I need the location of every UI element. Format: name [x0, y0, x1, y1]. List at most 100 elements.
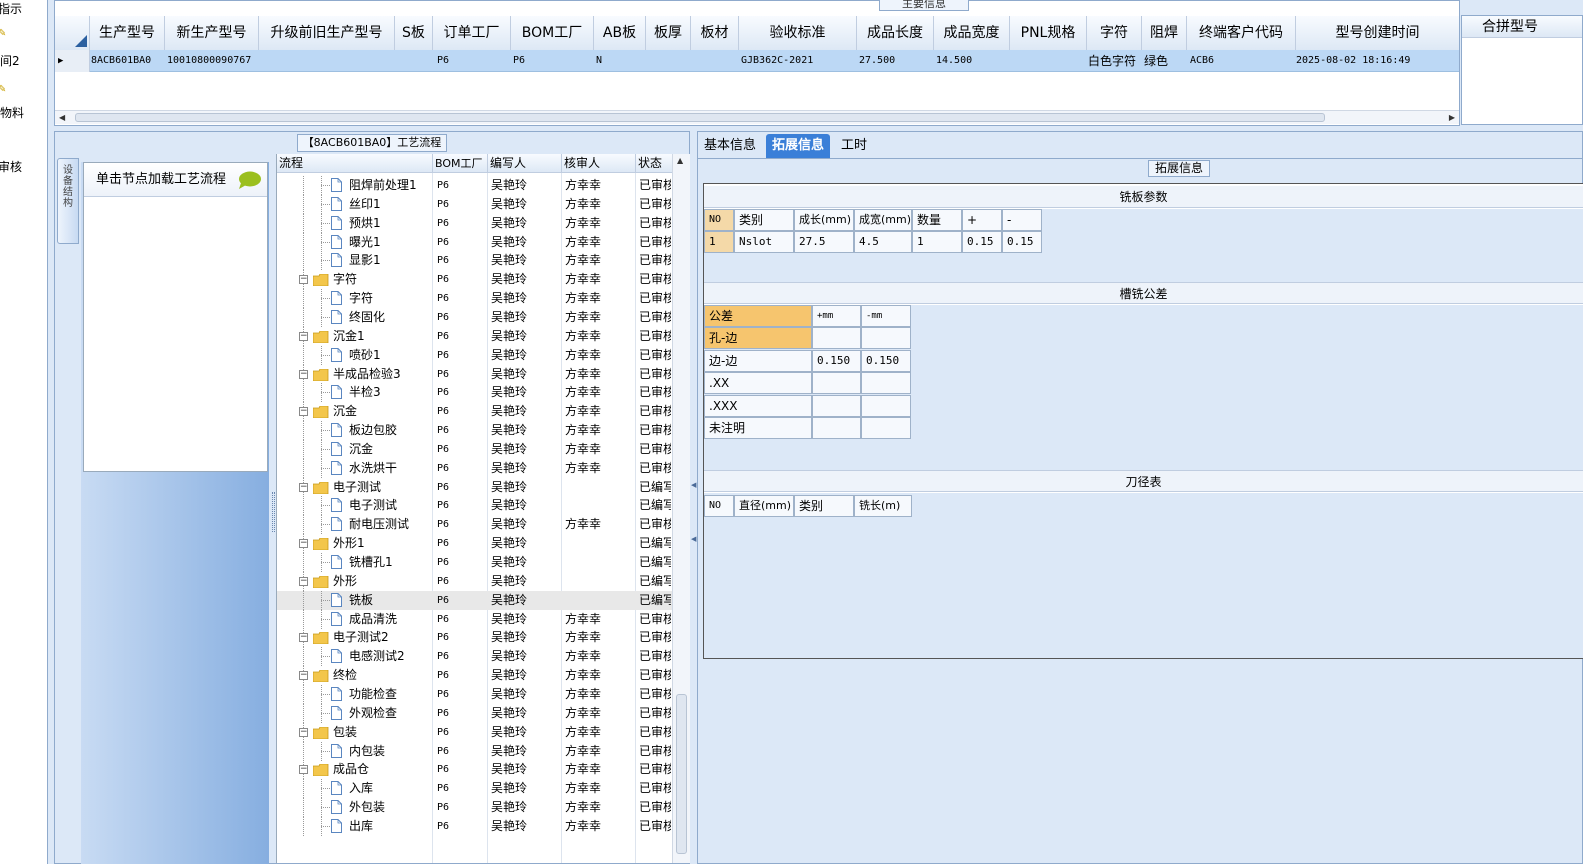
board-cell-width[interactable]: 4.5: [854, 231, 912, 253]
tree-row[interactable]: − 半成品检验3 P6 吴艳玲 方幸幸 已审核: [277, 365, 672, 384]
board-cell-length[interactable]: 27.5: [794, 231, 854, 253]
tree-row[interactable]: 阻焊前处理1 P6 吴艳玲 方幸幸 已审核: [277, 176, 672, 195]
nav-item-room2[interactable]: 间2: [0, 52, 20, 69]
tolerance-row-plus[interactable]: [812, 327, 861, 349]
collapse-toggle-icon[interactable]: −: [299, 671, 308, 680]
tree-row[interactable]: 成品清洗 P6 吴艳玲 方幸幸 已审核: [277, 610, 672, 629]
tolerance-row-minus[interactable]: [861, 395, 911, 417]
tree-row[interactable]: 终固化 P6 吴艳玲 方幸幸 已审核: [277, 308, 672, 327]
col-header-created[interactable]: 型号创建时间: [1296, 16, 1459, 50]
col-header-old-model[interactable]: 升级前旧生产型号: [259, 16, 395, 50]
board-cell-minus[interactable]: 0.15: [1002, 231, 1042, 253]
col-header-length[interactable]: 成品长度: [857, 16, 934, 50]
collapse-toggle-icon[interactable]: −: [299, 633, 308, 642]
col-header-bom-factory[interactable]: BOM工厂: [511, 16, 594, 50]
tree-row[interactable]: 功能检查 P6 吴艳玲 方幸幸 已审核: [277, 685, 672, 704]
combine-model-header[interactable]: 合拼型号: [1462, 16, 1582, 38]
col-header-model[interactable]: 生产型号: [90, 16, 165, 50]
tree-row[interactable]: 显影1 P6 吴艳玲 方幸幸 已审核: [277, 251, 672, 270]
tree-row[interactable]: − 字符 P6 吴艳玲 方幸幸 已审核: [277, 270, 672, 289]
collapse-left-icon[interactable]: ◀: [691, 481, 696, 489]
col-header-standard[interactable]: 验收标准: [739, 16, 857, 50]
col-header-new-model[interactable]: 新生产型号: [165, 16, 259, 50]
col-header-customer[interactable]: 终端客户代码: [1187, 16, 1296, 50]
tree-row[interactable]: − 包装 P6 吴艳玲 方幸幸 已审核: [277, 723, 672, 742]
collapse-toggle-icon[interactable]: −: [299, 539, 308, 548]
tolerance-row-plus[interactable]: [812, 417, 861, 439]
load-hint-header[interactable]: 单击节点加载工艺流程: [84, 163, 267, 197]
tree-row[interactable]: − 成品仓 P6 吴艳玲 方幸幸 已审核: [277, 760, 672, 779]
tree-header-writer[interactable]: 编写人: [488, 154, 562, 173]
board-cell-qty[interactable]: 1: [912, 231, 962, 253]
tree-row[interactable]: 喷砂1 P6 吴艳玲 方幸幸 已审核: [277, 346, 672, 365]
col-header-char[interactable]: 字符: [1087, 16, 1142, 50]
tree-row[interactable]: 半检3 P6 吴艳玲 方幸幸 已审核: [277, 383, 672, 402]
scroll-thumb[interactable]: [75, 113, 1325, 122]
tree-row[interactable]: 外观检查 P6 吴艳玲 方幸幸 已审核: [277, 704, 672, 723]
collapse-left-icon-2[interactable]: ◀: [691, 535, 696, 543]
tree-row[interactable]: − 外形 P6 吴艳玲 已编写: [277, 572, 672, 591]
splitter-grip-icon[interactable]: [272, 492, 275, 532]
tree-header-reviewer[interactable]: 核审人: [562, 154, 636, 173]
tolerance-row-minus[interactable]: [861, 417, 911, 439]
main-horizontal-scrollbar[interactable]: ◀ ▶: [55, 110, 1459, 124]
nav-item-material[interactable]: 物料: [0, 104, 24, 121]
tolerance-row-plus[interactable]: 0.150: [812, 350, 861, 372]
tree-row[interactable]: 铣板 P6 吴艳玲 已编写: [277, 591, 672, 610]
tree-row[interactable]: 耐电压测试 P6 吴艳玲 方幸幸 已审核: [277, 515, 672, 534]
col-header-pnl[interactable]: PNL规格: [1010, 16, 1087, 50]
scroll-up-icon[interactable]: ▲: [677, 156, 683, 165]
scroll-left-icon[interactable]: ◀: [59, 113, 65, 122]
tree-header-status[interactable]: 状态: [636, 154, 673, 173]
tree-row[interactable]: 沉金 P6 吴艳玲 方幸幸 已审核: [277, 440, 672, 459]
panel-splitter-2[interactable]: ◀ ◀: [690, 131, 697, 864]
col-header-s-board[interactable]: S板: [395, 16, 433, 50]
tab-work-hours[interactable]: 工时: [835, 134, 873, 158]
nav-item-guide[interactable]: 指示: [0, 0, 22, 17]
col-header-material[interactable]: 板材: [691, 16, 739, 50]
tree-row[interactable]: − 电子测试 P6 吴艳玲 已编写: [277, 478, 672, 497]
col-header-width[interactable]: 成品宽度: [934, 16, 1010, 50]
tree-row[interactable]: 丝印1 P6 吴艳玲 方幸幸 已审核: [277, 195, 672, 214]
collapse-toggle-icon[interactable]: −: [299, 577, 308, 586]
tree-row[interactable]: 电子测试 P6 吴艳玲 已编写: [277, 496, 672, 515]
tree-row[interactable]: − 外形1 P6 吴艳玲 已编写: [277, 534, 672, 553]
scroll-right-icon[interactable]: ▶: [1449, 113, 1455, 122]
col-header-mask[interactable]: 阻焊: [1142, 16, 1187, 50]
collapse-toggle-icon[interactable]: −: [299, 483, 308, 492]
tree-row[interactable]: 字符 P6 吴艳玲 方幸幸 已审核: [277, 289, 672, 308]
tree-row[interactable]: 板边包胶 P6 吴艳玲 方幸幸 已审核: [277, 421, 672, 440]
collapse-toggle-icon[interactable]: −: [299, 370, 308, 379]
tree-header-flow[interactable]: 流程: [277, 154, 433, 173]
tree-row[interactable]: − 终检 P6 吴艳玲 方幸幸 已审核: [277, 666, 672, 685]
board-cell-type[interactable]: Nslot: [734, 231, 794, 253]
tree-row[interactable]: − 沉金1 P6 吴艳玲 方幸幸 已审核: [277, 327, 672, 346]
tree-row[interactable]: 入库 P6 吴艳玲 方幸幸 已审核: [277, 779, 672, 798]
tolerance-row-minus[interactable]: [861, 372, 911, 394]
tree-row[interactable]: − 电子测试2 P6 吴艳玲 方幸幸 已审核: [277, 628, 672, 647]
tree-row[interactable]: 预烘1 P6 吴艳玲 方幸幸 已审核: [277, 214, 672, 233]
tree-vertical-scrollbar[interactable]: ▲: [672, 154, 690, 863]
tree-row[interactable]: 水洗烘干 P6 吴艳玲 方幸幸 已审核: [277, 459, 672, 478]
tolerance-row-plus[interactable]: [812, 372, 861, 394]
tree-row[interactable]: 电感测试2 P6 吴艳玲 方幸幸 已审核: [277, 647, 672, 666]
equipment-structure-tab[interactable]: 设备结构: [57, 158, 79, 244]
collapse-toggle-icon[interactable]: −: [299, 407, 308, 416]
tolerance-row-plus[interactable]: [812, 395, 861, 417]
col-header-ab-board[interactable]: AB板: [594, 16, 646, 50]
tree-row[interactable]: 内包装 P6 吴艳玲 方幸幸 已审核: [277, 742, 672, 761]
nav-item-review[interactable]: 审核: [0, 158, 22, 175]
tolerance-row-minus[interactable]: [861, 327, 911, 349]
scroll-thumb[interactable]: [676, 694, 687, 854]
collapse-toggle-icon[interactable]: −: [299, 275, 308, 284]
board-cell-no[interactable]: 1: [704, 231, 734, 253]
board-cell-plus[interactable]: 0.15: [962, 231, 1002, 253]
tree-header-bom[interactable]: BOM工厂: [433, 154, 488, 173]
tolerance-row-minus[interactable]: 0.150: [861, 350, 911, 372]
collapse-toggle-icon[interactable]: −: [299, 765, 308, 774]
tree-row[interactable]: 铣槽孔1 P6 吴艳玲 已编写: [277, 553, 672, 572]
col-header-order-factory[interactable]: 订单工厂: [433, 16, 511, 50]
tree-row[interactable]: 外包装 P6 吴艳玲 方幸幸 已审核: [277, 798, 672, 817]
tree-row[interactable]: 出库 P6 吴艳玲 方幸幸 已审核: [277, 817, 672, 836]
tree-row[interactable]: 曝光1 P6 吴艳玲 方幸幸 已审核: [277, 233, 672, 252]
